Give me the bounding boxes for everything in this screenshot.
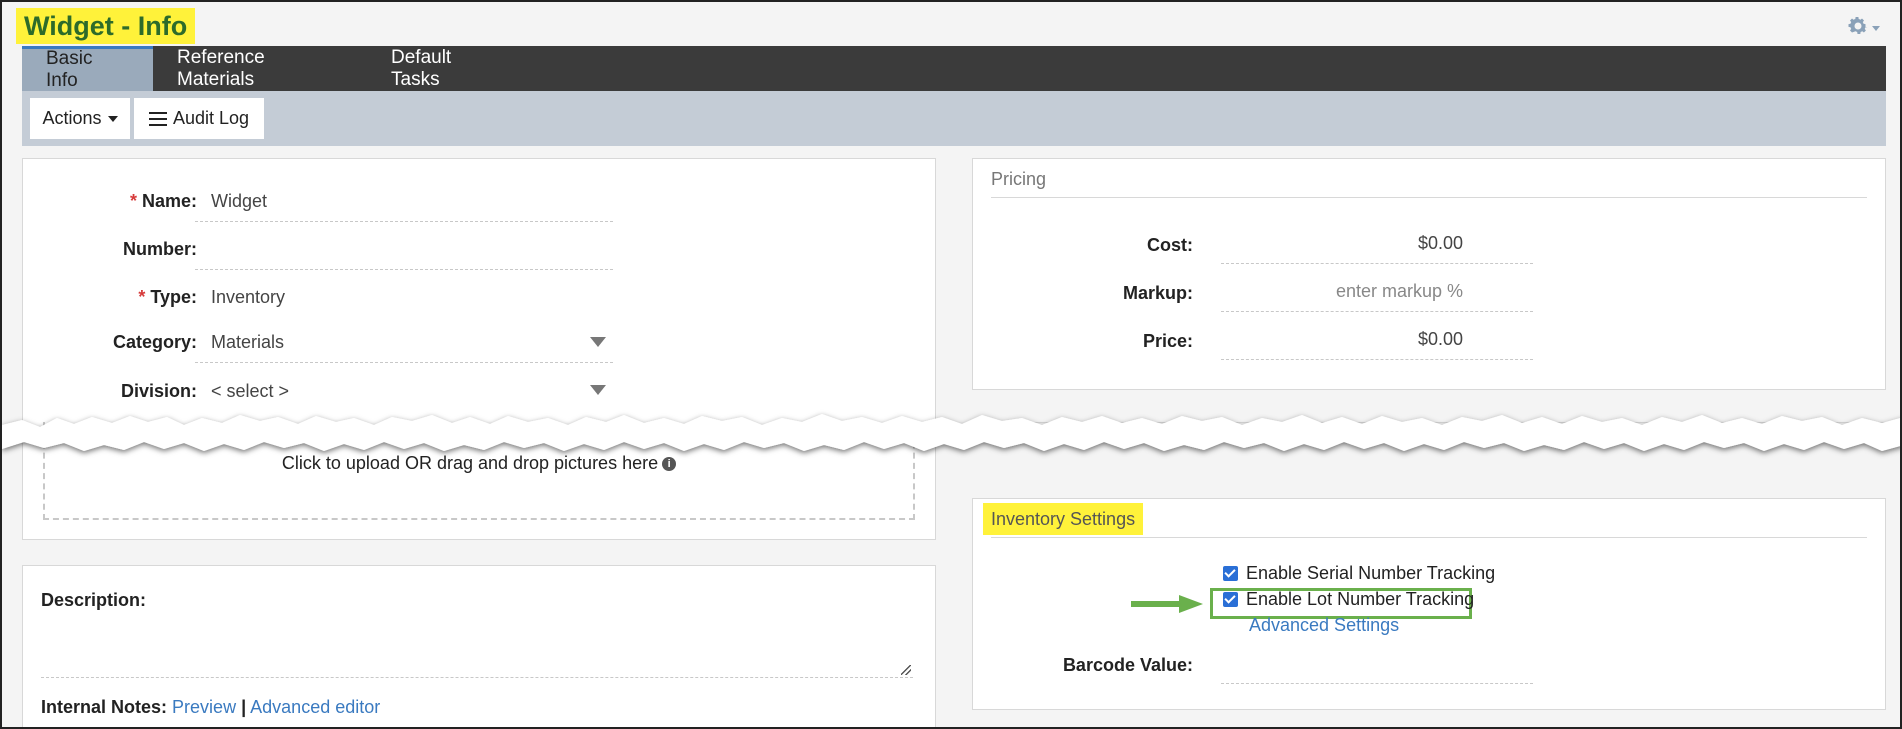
pricing-panel: Pricing Cost: $0.00 Markup: enter markup… bbox=[972, 158, 1886, 390]
tab-default-tasks[interactable]: Default Tasks bbox=[367, 46, 527, 91]
category-underline bbox=[195, 362, 613, 363]
name-field[interactable]: Widget bbox=[211, 191, 267, 212]
torn-paper-divider bbox=[2, 414, 1900, 451]
inventory-settings-panel: Inventory Settings Enable Serial Number … bbox=[972, 498, 1886, 710]
app-window: Widget - Info Basic Info Reference Mater… bbox=[0, 0, 1902, 729]
markup-underline bbox=[1221, 311, 1533, 312]
audit-log-button[interactable]: Audit Log bbox=[134, 98, 264, 139]
gear-icon bbox=[1848, 17, 1868, 34]
description-panel: Description: Internal Notes: Preview | A… bbox=[22, 565, 936, 727]
lot-tracking-row[interactable]: Enable Lot Number Tracking bbox=[1223, 589, 1474, 610]
actions-button[interactable]: Actions bbox=[30, 98, 130, 139]
price-underline bbox=[1221, 359, 1533, 360]
actions-label: Actions bbox=[42, 108, 102, 128]
internal-notes-label: Internal Notes: bbox=[41, 697, 168, 717]
category-label: Category: bbox=[112, 332, 197, 352]
audit-log-label: Audit Log bbox=[172, 108, 250, 128]
required-mark: * bbox=[129, 191, 137, 211]
divider bbox=[991, 537, 1867, 538]
page-title: Widget - Info bbox=[16, 8, 196, 44]
required-mark: * bbox=[138, 287, 146, 307]
lot-tracking-label: Enable Lot Number Tracking bbox=[1246, 589, 1475, 609]
inventory-settings-title: Inventory Settings bbox=[983, 503, 1144, 535]
divider bbox=[991, 197, 1867, 198]
dropdown-arrow-icon[interactable] bbox=[590, 337, 606, 347]
cost-underline bbox=[1221, 263, 1533, 264]
arrow-pointer-icon bbox=[1131, 595, 1203, 613]
pricing-title: Pricing bbox=[991, 169, 1047, 189]
toolbar: Actions Audit Log bbox=[22, 91, 1886, 146]
cost-field[interactable]: $0.00 bbox=[1223, 233, 1463, 254]
number-underline bbox=[195, 269, 613, 270]
number-field[interactable] bbox=[211, 239, 611, 261]
tab-reference-materials[interactable]: Reference Materials bbox=[153, 46, 367, 91]
description-textarea[interactable] bbox=[41, 626, 913, 678]
preview-link[interactable]: Preview bbox=[172, 697, 236, 717]
separator: | bbox=[241, 697, 247, 717]
list-icon bbox=[148, 111, 167, 126]
barcode-field[interactable] bbox=[1223, 655, 1523, 677]
chevron-down-icon bbox=[1872, 25, 1880, 31]
advanced-editor-link[interactable]: Advanced editor bbox=[250, 697, 380, 717]
internal-notes-row: Internal Notes: Preview | Advanced edito… bbox=[41, 697, 380, 718]
markup-input[interactable]: enter markup % bbox=[1223, 281, 1463, 302]
settings-menu[interactable] bbox=[1846, 12, 1884, 40]
tab-bar: Basic Info Reference Materials Default T… bbox=[22, 46, 1886, 91]
serial-tracking-checkbox[interactable] bbox=[1223, 566, 1238, 581]
advanced-settings-link[interactable]: Advanced Settings bbox=[1249, 615, 1399, 636]
serial-tracking-label: Enable Serial Number Tracking bbox=[1246, 563, 1496, 583]
number-label: Number: bbox=[122, 239, 197, 259]
chevron-down-icon bbox=[107, 115, 118, 122]
type-label: * Type: bbox=[138, 287, 197, 307]
markup-label: Markup: bbox=[1122, 283, 1193, 303]
barcode-underline bbox=[1221, 683, 1533, 684]
barcode-label: Barcode Value: bbox=[1062, 655, 1193, 675]
price-field[interactable]: $0.00 bbox=[1223, 329, 1463, 350]
lot-tracking-checkbox[interactable] bbox=[1223, 592, 1238, 607]
resize-handle[interactable] bbox=[901, 665, 911, 675]
type-value: Inventory bbox=[211, 287, 286, 307]
serial-tracking-row[interactable]: Enable Serial Number Tracking bbox=[1223, 563, 1495, 584]
name-underline bbox=[195, 221, 613, 222]
category-select[interactable]: Materials bbox=[211, 332, 284, 353]
name-label: * Name: bbox=[129, 191, 197, 211]
price-label: Price: bbox=[1142, 331, 1193, 351]
tab-basic-info[interactable]: Basic Info bbox=[22, 46, 153, 91]
description-label: Description: bbox=[41, 590, 147, 610]
cost-label: Cost: bbox=[1147, 235, 1193, 255]
